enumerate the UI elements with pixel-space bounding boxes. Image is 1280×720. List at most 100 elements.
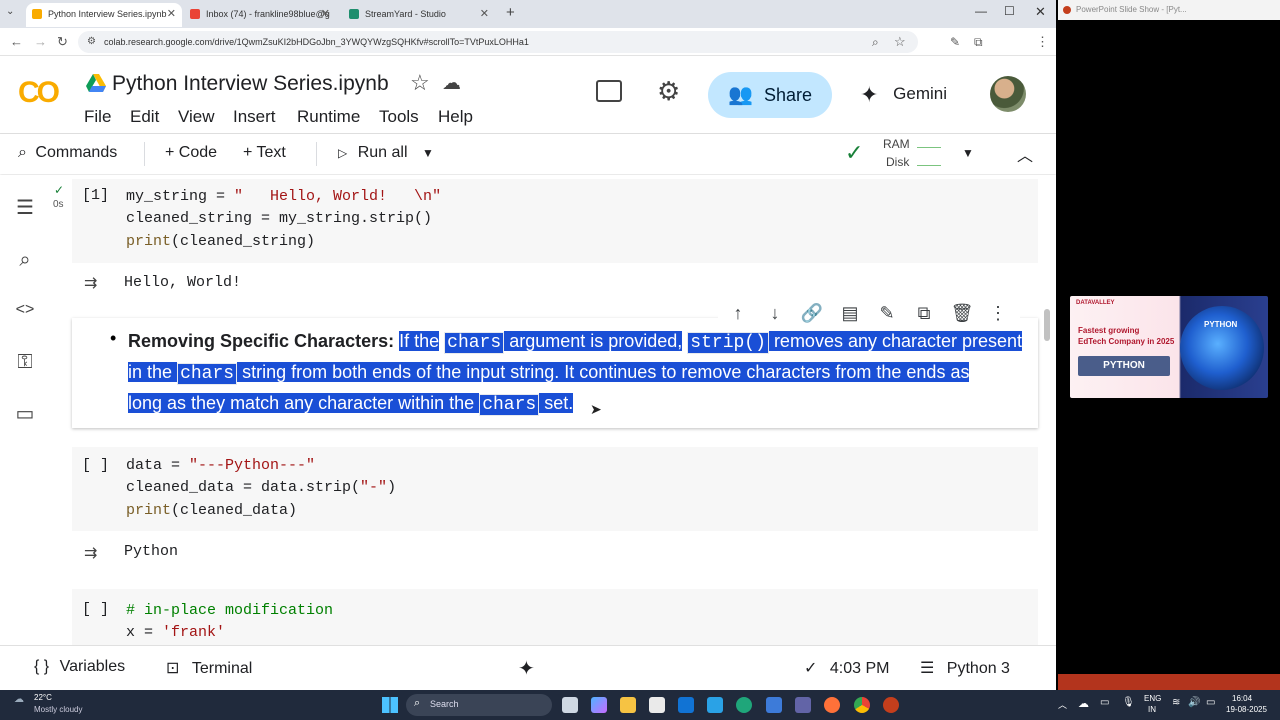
run-options-chevron-icon[interactable]: ▼ (422, 146, 434, 160)
site-info-icon[interactable]: ⚙ (87, 31, 96, 53)
tray-chevron-icon[interactable]: ︿ (1058, 698, 1067, 711)
taskbar-search[interactable]: ⌕ Search (406, 694, 552, 716)
battery-icon[interactable]: ▭ (1206, 697, 1215, 708)
gemini-button[interactable]: ✦ Gemini (860, 82, 947, 108)
outlook-icon[interactable] (678, 697, 694, 713)
powerpoint-icon[interactable] (883, 697, 899, 713)
files-folder-icon[interactable]: ▭ (14, 403, 36, 425)
share-button[interactable]: 👥 Share (708, 72, 832, 118)
zoom-icon[interactable]: ⌕ (872, 34, 879, 50)
collapse-chevron-up-icon[interactable]: ︿ (1017, 142, 1033, 166)
store-icon[interactable] (649, 697, 665, 713)
code-cell[interactable]: [ ] # in-place modification x = 'frank' (72, 589, 1038, 645)
menu-view[interactable]: View (178, 107, 215, 127)
menu-file[interactable]: File (84, 107, 111, 127)
move-up-arrow-icon[interactable]: ↑ (726, 301, 750, 325)
wifi-icon[interactable]: ≋ (1172, 697, 1180, 708)
minimize-icon[interactable]: — (975, 4, 987, 18)
clock-time[interactable]: 16:04 (1232, 694, 1252, 703)
secrets-key-icon[interactable]: ⚿ (14, 351, 36, 373)
maximize-icon[interactable]: ☐ (1004, 4, 1015, 18)
tab-search-button[interactable]: ⌄ (6, 6, 14, 17)
menu-tools[interactable]: Tools (379, 107, 419, 127)
gemini-sparkle-icon[interactable]: ✦ (518, 656, 535, 681)
terminal-button[interactable]: ⊡ Terminal (166, 658, 252, 678)
exec-count[interactable]: [ ] (82, 601, 109, 618)
resources-dropdown-icon[interactable]: ▼ (962, 146, 974, 160)
run-success-check-icon[interactable]: ✓ (54, 183, 64, 197)
output-toggle-icon[interactable]: ⇉ (84, 543, 108, 563)
teams-icon[interactable] (795, 697, 811, 713)
file-explorer-icon[interactable] (620, 697, 636, 713)
kernel-button[interactable]: ☰ Python 3 (920, 658, 1010, 678)
star-icon[interactable]: ☆ (410, 70, 430, 96)
menu-help[interactable]: Help (438, 107, 473, 127)
settings-gear-icon[interactable]: ⚙ (657, 76, 680, 107)
url-field[interactable]: ⚙ colab.research.google.com/drive/1QwmZs… (78, 31, 918, 53)
weather-temp[interactable]: 22°C (34, 693, 52, 702)
menu-edit[interactable]: Edit (130, 107, 159, 127)
browser-menu-icon[interactable]: ⋮ (1036, 34, 1049, 50)
colab-logo[interactable]: CO (18, 76, 60, 110)
run-all-button[interactable]: ▷ Run all (338, 144, 408, 162)
reload-icon[interactable]: ↻ (57, 34, 68, 50)
checkmark-app-icon[interactable] (766, 697, 782, 713)
pen-extension-icon[interactable]: ✎ (950, 34, 960, 50)
search-label: Search (430, 699, 459, 709)
copilot-icon[interactable] (591, 697, 607, 713)
edit-pencil-icon[interactable]: ✎ (875, 301, 899, 325)
menu-insert[interactable]: Insert (233, 107, 276, 127)
close-window-icon[interactable]: ✕ (1035, 4, 1046, 20)
ad-banner[interactable]: DATAVALLEY Fastest growing EdTech Compan… (1070, 296, 1268, 398)
menu-runtime[interactable]: Runtime (297, 107, 360, 127)
execution-status[interactable]: ✓ 4:03 PM (804, 658, 889, 678)
onedrive-icon[interactable]: ☁ (1078, 697, 1089, 710)
volume-icon[interactable]: 🔊 (1188, 697, 1200, 708)
mirror-cell-icon[interactable]: ⧉ (912, 301, 936, 325)
new-tab-icon[interactable]: + (506, 4, 515, 21)
commands-button[interactable]: ⌕ Commands (18, 144, 117, 162)
link-icon[interactable]: 🔗 (800, 301, 824, 325)
chrome-icon[interactable] (854, 697, 870, 713)
comments-icon[interactable] (596, 80, 622, 102)
mic-icon[interactable]: 🎙 (1122, 697, 1135, 708)
back-icon[interactable]: ← (10, 34, 23, 50)
add-code-button[interactable]: + Code (165, 144, 217, 162)
app-icon[interactable] (707, 697, 723, 713)
notebook-title[interactable]: Python Interview Series.ipynb (112, 72, 389, 96)
bookmark-star-icon[interactable]: ☆ (894, 34, 906, 50)
start-windows-icon[interactable] (382, 697, 398, 713)
output-toggle-icon[interactable]: ⇉ (84, 273, 108, 293)
firefox-icon[interactable] (824, 697, 840, 713)
extensions-puzzle-icon[interactable]: ⧉ (974, 34, 983, 50)
forward-icon[interactable]: → (34, 34, 47, 50)
comment-icon[interactable]: ▤ (838, 301, 862, 325)
tab-streamyard[interactable]: StreamYard - Studio ✕ (343, 3, 495, 27)
move-down-arrow-icon[interactable]: ↓ (763, 301, 787, 325)
variables-button[interactable]: { } Variables (34, 658, 125, 676)
find-replace-icon[interactable]: ⌕ (14, 249, 36, 271)
exec-count[interactable]: [ ] (82, 457, 109, 474)
edge-icon[interactable] (736, 697, 752, 713)
add-text-button[interactable]: + Text (243, 144, 286, 162)
code-cell[interactable]: [ ] data = "---Python---" cleaned_data =… (72, 447, 1038, 531)
close-icon[interactable]: ✕ (321, 3, 330, 25)
slideshow-controls[interactable] (1058, 674, 1280, 690)
language-eng[interactable]: ENG (1144, 694, 1161, 703)
code-cell[interactable]: ✓ 0s [1] my_string = " Hello, World! \n"… (53, 179, 1038, 263)
close-icon[interactable]: ✕ (480, 3, 489, 25)
code-snippets-icon[interactable]: <> (14, 299, 36, 321)
ad-python-button[interactable]: PYTHON (1078, 356, 1170, 376)
scrollbar-thumb[interactable] (1044, 309, 1050, 341)
text-cell[interactable]: • Removing Specific Characters: If the c… (72, 318, 1038, 428)
tab-colab[interactable]: Python Interview Series.ipynb ✕ (26, 3, 182, 27)
table-of-contents-icon[interactable]: ☰ (14, 197, 36, 219)
cloud-save-icon[interactable]: ☁ (442, 72, 461, 95)
tab-gmail[interactable]: Inbox (74) - frankline98blue@g ✕ (184, 3, 336, 27)
task-view-icon[interactable] (562, 697, 578, 713)
close-icon[interactable]: ✕ (167, 3, 176, 25)
usb-icon[interactable]: ▭ (1100, 697, 1109, 708)
more-options-icon[interactable]: ⋮ (986, 301, 1010, 325)
avatar[interactable] (990, 76, 1026, 112)
delete-trash-icon[interactable]: 🗑 (950, 301, 974, 325)
